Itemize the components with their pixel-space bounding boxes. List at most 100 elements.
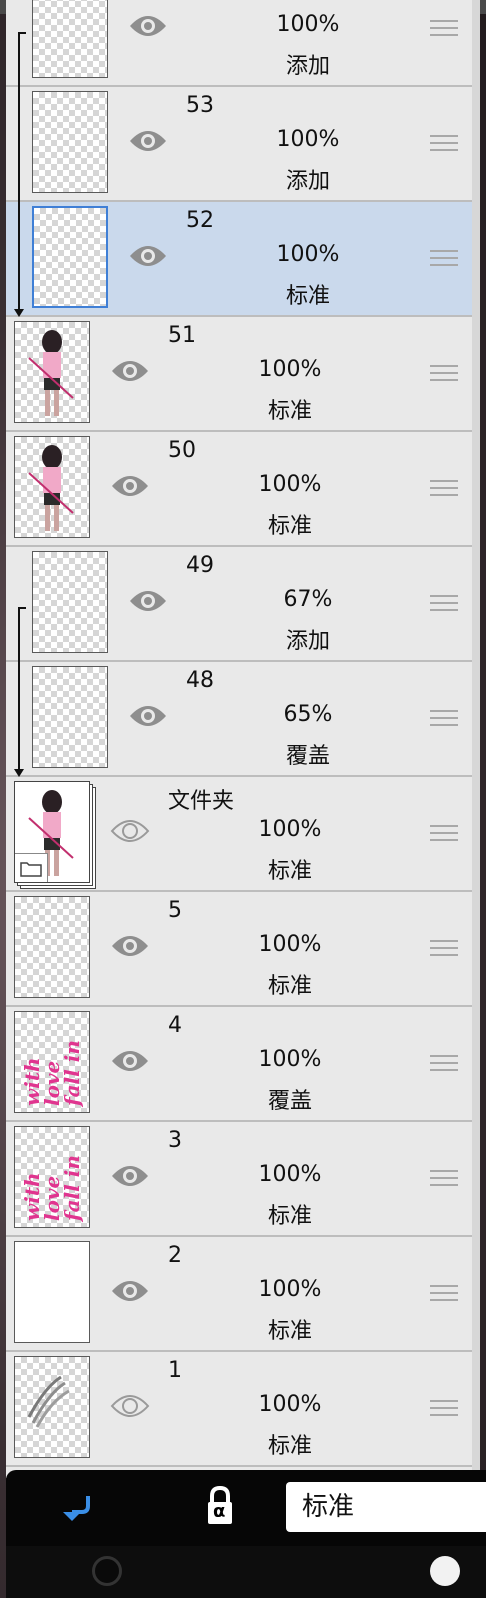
eye-outline-icon: [110, 1395, 150, 1417]
visibility-toggle[interactable]: [128, 242, 168, 270]
layer-blend-mode: 标准: [267, 514, 312, 539]
eye-icon: [130, 16, 166, 36]
layer-opacity: 100%: [258, 357, 322, 382]
layer-row[interactable]: 100% 添加: [6, 0, 480, 87]
layer-opacity: 100%: [258, 472, 322, 497]
layer-blend-mode: 标准: [267, 859, 312, 884]
clipping-connector: [18, 32, 20, 309]
layer-thumbnail[interactable]: [14, 321, 90, 423]
layer-blend-mode: 标准: [267, 1204, 312, 1229]
layer-name: 53: [186, 93, 214, 118]
layer-blend-mode: 添加: [285, 54, 330, 79]
layer-name: 4: [168, 1013, 182, 1038]
layer-thumbnail[interactable]: [14, 1356, 90, 1458]
layer-blend-mode: 标准: [267, 1319, 312, 1344]
drag-handle-icon[interactable]: [430, 595, 458, 613]
visibility-toggle[interactable]: [110, 817, 150, 845]
layer-name: 51: [168, 323, 196, 348]
layer-blend-mode: 标准: [267, 1434, 312, 1459]
panel-scrollbar[interactable]: [472, 0, 480, 1478]
layer-thumbnail[interactable]: [32, 91, 108, 193]
thumbnail-art-text: love: [40, 1060, 64, 1106]
layer-blend-mode: 覆盖: [267, 1089, 312, 1114]
thumbnail-text-art: fall in love with: [15, 1012, 89, 1112]
drag-handle-icon[interactable]: [430, 940, 458, 958]
drag-handle-icon[interactable]: [430, 710, 458, 728]
layer-thumbnail[interactable]: [32, 0, 108, 78]
layer-row[interactable]: 49 67% 添加: [6, 547, 480, 662]
clipping-hook: [18, 607, 26, 609]
layer-row[interactable]: 50 100% 标准: [6, 432, 480, 547]
drag-handle-icon[interactable]: [430, 250, 458, 268]
layer-row[interactable]: 52 100% 标准: [6, 202, 480, 317]
thumbnail-art-text: with: [20, 1172, 44, 1221]
layer-opacity: 100%: [258, 817, 322, 842]
layer-name: 1: [168, 1358, 182, 1383]
layer-row[interactable]: 48 65% 覆盖: [6, 662, 480, 777]
clipping-arrow-icon: [14, 769, 24, 777]
color-swatch-black[interactable]: [92, 1556, 122, 1586]
layer-row[interactable]: 51 100% 标准: [6, 317, 480, 432]
layer-opacity: 100%: [276, 12, 340, 37]
drag-handle-icon[interactable]: [430, 1285, 458, 1303]
layer-row[interactable]: fall in love with 4 100% 覆盖: [6, 1007, 480, 1122]
visibility-toggle[interactable]: [110, 1162, 150, 1190]
visibility-toggle[interactable]: [110, 1392, 150, 1420]
visibility-toggle[interactable]: [110, 932, 150, 960]
eye-outline-icon: [110, 820, 150, 842]
drag-handle-icon[interactable]: [430, 1170, 458, 1188]
drag-handle-icon[interactable]: [430, 1400, 458, 1418]
drag-handle-icon[interactable]: [430, 825, 458, 843]
layer-name: 5: [168, 898, 182, 923]
layer-row[interactable]: 5 100% 标准: [6, 892, 480, 1007]
eye-icon: [112, 476, 148, 496]
alpha-lock-button[interactable]: α: [200, 1484, 240, 1528]
layer-thumbnail[interactable]: [14, 896, 90, 998]
color-swatch-white[interactable]: [430, 1556, 460, 1586]
layer-opacity: 100%: [258, 932, 322, 957]
layer-row[interactable]: fall in love with 3 100% 标准: [6, 1122, 480, 1237]
layer-row[interactable]: 2 100% 标准: [6, 1237, 480, 1352]
layer-opacity: 100%: [276, 127, 340, 152]
layer-blend-mode: 覆盖: [285, 744, 330, 769]
folder-thumbnail[interactable]: [14, 781, 98, 889]
drag-handle-icon[interactable]: [430, 1055, 458, 1073]
thumbnail-art-text: with: [20, 1057, 44, 1106]
layer-thumbnail[interactable]: fall in love with: [14, 1126, 90, 1228]
visibility-toggle[interactable]: [110, 357, 150, 385]
eye-icon: [112, 1166, 148, 1186]
layer-row[interactable]: 文件夹 100% 标准: [6, 777, 480, 892]
clipping-arrow-icon: [14, 309, 24, 317]
blend-mode-select[interactable]: 标准: [286, 1482, 486, 1532]
layer-thumbnail[interactable]: [32, 206, 108, 308]
layer-thumbnail[interactable]: [14, 436, 90, 538]
layer-thumbnail[interactable]: fall in love with: [14, 1011, 90, 1113]
layer-blend-mode: 标准: [267, 399, 312, 424]
eye-icon: [112, 936, 148, 956]
thumbnail-figure-art: [23, 328, 81, 420]
drag-handle-icon[interactable]: [430, 480, 458, 498]
folder-page: [14, 781, 90, 883]
layer-row[interactable]: 53 100% 添加: [6, 87, 480, 202]
layer-blend-mode: 添加: [285, 629, 330, 654]
drag-handle-icon[interactable]: [430, 20, 458, 38]
visibility-toggle[interactable]: [110, 472, 150, 500]
visibility-toggle[interactable]: [128, 127, 168, 155]
layer-thumbnail[interactable]: [14, 1241, 90, 1343]
clip-button[interactable]: [58, 1488, 98, 1528]
layer-name: 2: [168, 1243, 182, 1268]
layer-thumbnail[interactable]: [32, 666, 108, 768]
visibility-toggle[interactable]: [110, 1047, 150, 1075]
drag-handle-icon[interactable]: [430, 365, 458, 383]
visibility-toggle[interactable]: [128, 587, 168, 615]
drag-handle-icon[interactable]: [430, 135, 458, 153]
layer-row[interactable]: 1 100% 标准: [6, 1352, 480, 1467]
layer-opacity: 65%: [283, 702, 333, 727]
visibility-toggle[interactable]: [128, 12, 168, 40]
visibility-toggle[interactable]: [128, 702, 168, 730]
layer-thumbnail[interactable]: [32, 551, 108, 653]
clipping-connector: [18, 607, 20, 769]
clipping-hook: [18, 32, 26, 34]
visibility-toggle[interactable]: [110, 1277, 150, 1305]
eye-icon: [112, 1281, 148, 1301]
